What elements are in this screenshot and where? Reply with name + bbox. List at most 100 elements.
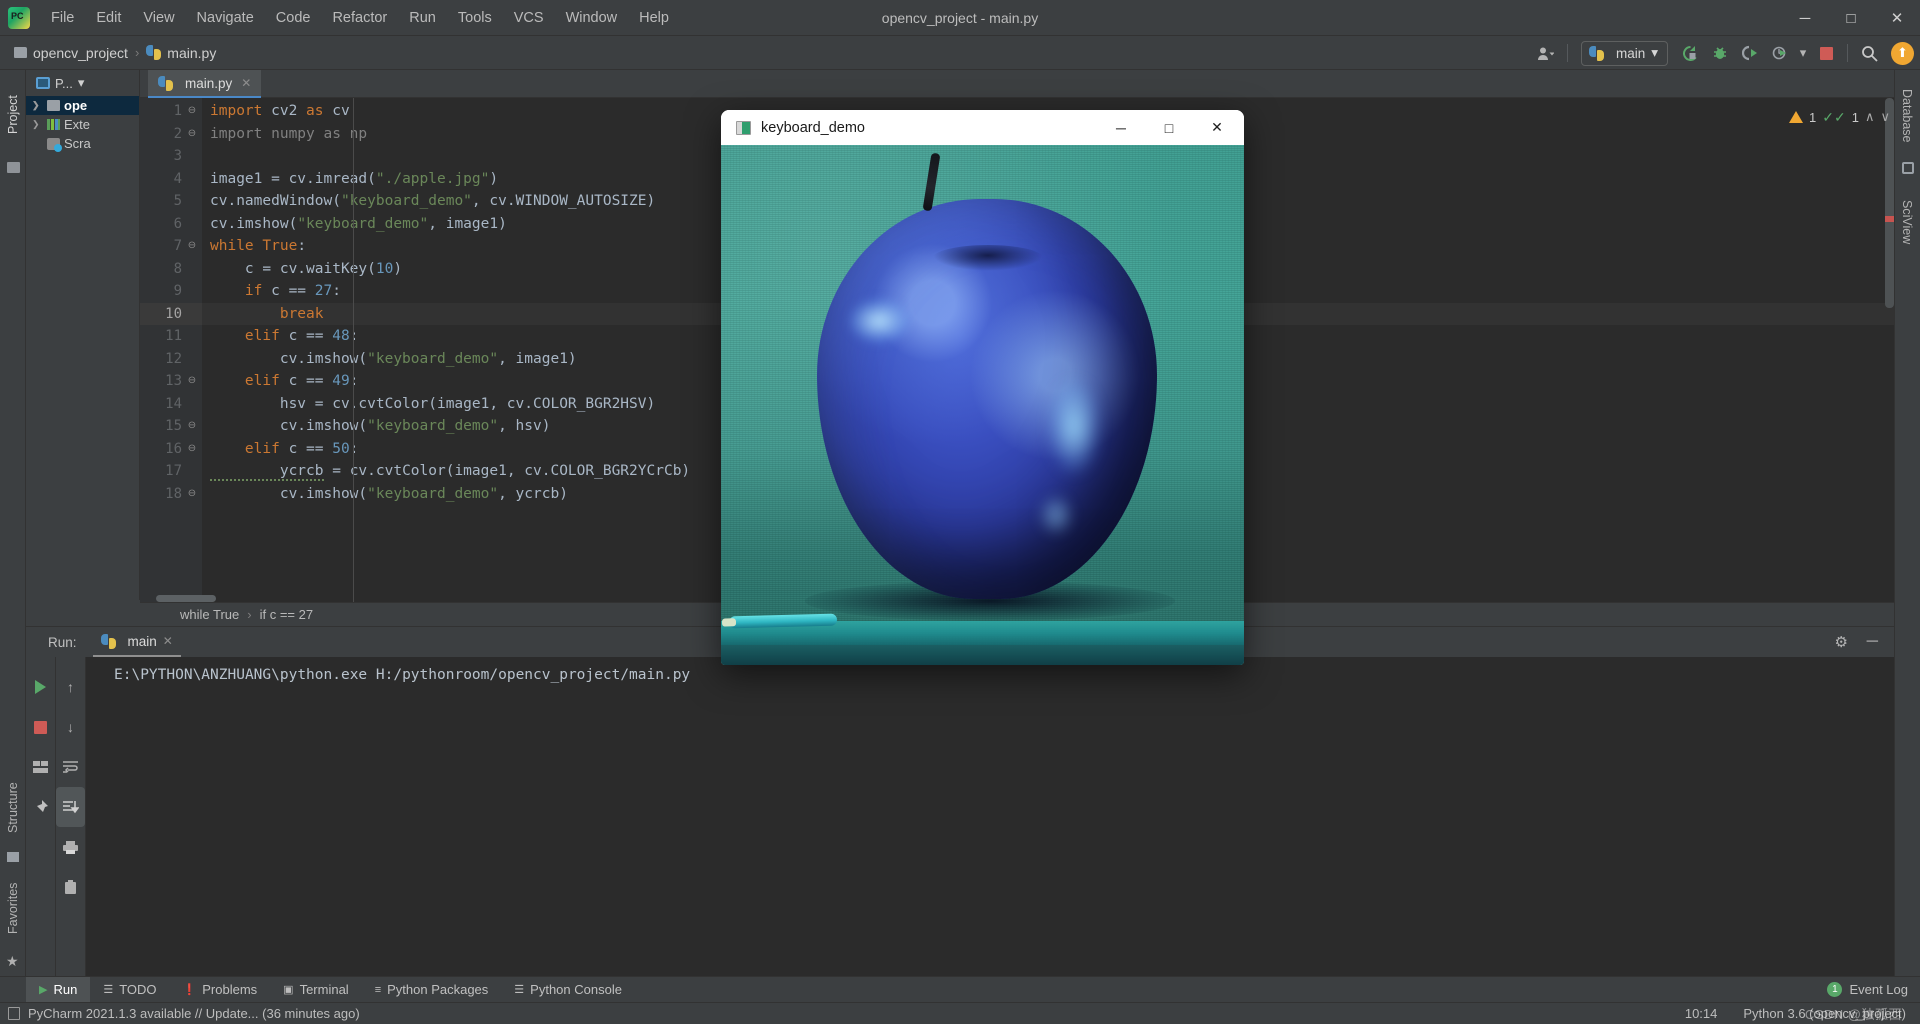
sidebar-tab-sciview[interactable]: SciView — [1894, 180, 1920, 264]
editor-breadcrumb-item-0[interactable]: while True — [180, 607, 239, 622]
opencv-title-bar[interactable]: keyboard_demo ─ □ ✕ — [721, 110, 1244, 145]
breadcrumb-file[interactable]: main.py — [167, 45, 216, 61]
rerun-icon[interactable] — [1676, 40, 1704, 66]
menu-item-tools[interactable]: Tools — [447, 7, 503, 29]
close-icon[interactable]: ✕ — [163, 634, 173, 648]
menu-item-file[interactable]: File — [40, 7, 85, 29]
stop-icon[interactable] — [26, 707, 55, 747]
chevron-down-icon[interactable]: ▾ — [78, 75, 85, 91]
fold-column[interactable]: ⊖ ⊖ ⊖ ⊖ ⊖ ⊖ ⊖ — [140, 98, 202, 602]
fold-marker-2[interactable]: ⊖ — [186, 123, 198, 146]
chevron-up-icon[interactable]: ∧ — [1865, 109, 1875, 125]
menu-item-help[interactable]: Help — [628, 7, 680, 29]
down-arrow-icon[interactable]: ↓ — [56, 707, 85, 747]
opencv-minimize-button[interactable]: ─ — [1098, 110, 1144, 145]
error-stripe-mark[interactable] — [1885, 216, 1894, 222]
run-tool-window: Run: main ✕ ⚙ ─ ↑ ↓ E:\PYTHON\ANZHUANG\p… — [26, 626, 1894, 980]
chevron-right-icon[interactable]: ❯ — [32, 119, 43, 130]
menu-item-run[interactable]: Run — [398, 7, 447, 29]
minimize-icon[interactable]: ─ — [1867, 633, 1878, 651]
breadcrumb-project[interactable]: opencv_project — [33, 45, 128, 61]
bottom-tab-python-console[interactable]: ☰ Python Console — [501, 977, 635, 1003]
fold-marker-15[interactable]: ⊖ — [186, 415, 198, 438]
rerun-icon[interactable] — [26, 667, 55, 707]
search-icon[interactable] — [1855, 40, 1883, 66]
bottom-tab-run[interactable]: ▶ Run — [26, 976, 91, 1003]
run-with-coverage-icon[interactable] — [1736, 40, 1764, 66]
sidebar-tab-favorites[interactable]: Favorites — [0, 864, 26, 952]
sidebar-tab-project[interactable]: Project — [0, 76, 26, 154]
inspection-widget[interactable]: 1 ✓✓ 1 ∧ ∨ — [1789, 104, 1890, 130]
watermark: CSDN @独孤西 — [1804, 1007, 1902, 1022]
menu-item-vcs[interactable]: VCS — [503, 7, 555, 29]
code-token: ) — [489, 170, 499, 187]
code-token: , image1) — [498, 350, 577, 367]
run-tab-main[interactable]: main ✕ — [92, 627, 181, 657]
opencv-maximize-button[interactable]: □ — [1146, 110, 1192, 145]
event-log-label[interactable]: Event Log — [1849, 982, 1908, 997]
menu-item-navigate[interactable]: Navigate — [186, 7, 265, 29]
status-message[interactable]: PyCharm 2021.1.3 available // Update... … — [28, 1006, 360, 1021]
run-configuration-selector[interactable]: main ▾ — [1580, 40, 1668, 66]
fold-marker-18[interactable]: ⊖ — [186, 483, 198, 506]
window-minimize-button[interactable]: ─ — [1782, 0, 1828, 36]
run-configuration-label: main — [1615, 45, 1646, 61]
packages-icon: ≡ — [374, 983, 382, 996]
editor-tab-main-py[interactable]: main.py ✕ — [148, 70, 262, 98]
project-panel-header[interactable]: P... ▾ — [26, 70, 139, 96]
sidebar-tab-structure[interactable]: Structure — [0, 766, 26, 850]
bottom-tab-terminal[interactable]: ▣ Terminal — [270, 977, 362, 1003]
project-tree-label: Exte — [64, 117, 91, 132]
update-icon[interactable]: ⬆ — [1891, 41, 1914, 65]
sidebar-tab-database[interactable]: Database — [1894, 76, 1920, 156]
menu-item-edit[interactable]: Edit — [85, 7, 132, 29]
project-icon — [36, 77, 50, 89]
indent-guide — [353, 98, 354, 602]
bottom-tab-python-packages[interactable]: ≡ Python Packages — [362, 977, 502, 1003]
profile-icon[interactable] — [1766, 40, 1794, 66]
window-maximize-button[interactable]: □ — [1828, 0, 1874, 36]
debug-icon[interactable] — [1706, 40, 1734, 66]
project-tree-label: ope — [64, 98, 88, 113]
window-close-button[interactable]: ✕ — [1874, 0, 1920, 36]
library-icon — [47, 119, 60, 130]
fold-marker-7[interactable]: ⊖ — [186, 235, 198, 258]
up-arrow-icon[interactable]: ↑ — [56, 667, 85, 707]
editor-horizontal-scrollbar[interactable] — [156, 595, 216, 602]
menu-item-window[interactable]: Window — [555, 7, 629, 29]
chevron-down-icon[interactable]: ▾ — [1796, 40, 1810, 66]
fold-marker-16[interactable]: ⊖ — [186, 438, 198, 461]
bottom-tab-todo[interactable]: ☰ TODO — [90, 977, 169, 1003]
project-tree-item-1[interactable]: ❯ Exte — [26, 115, 139, 134]
run-console[interactable]: E:\PYTHON\ANZHUANG\python.exe H:/pythonr… — [86, 657, 1894, 980]
scroll-to-end-icon[interactable] — [56, 787, 85, 827]
opencv-close-button[interactable]: ✕ — [1194, 110, 1240, 145]
status-message-area[interactable]: PyCharm 2021.1.3 available // Update... … — [0, 1006, 360, 1021]
editor-breadcrumb-item-1[interactable]: if c == 27 — [260, 607, 313, 622]
stop-icon[interactable] — [1812, 40, 1840, 66]
print-icon[interactable] — [56, 827, 85, 867]
close-icon[interactable]: ✕ — [241, 76, 251, 90]
chevron-down-icon[interactable]: ∨ — [1880, 109, 1890, 125]
menu-item-view[interactable]: View — [132, 7, 185, 29]
project-tree-item-0[interactable]: ❯ ope — [26, 96, 139, 115]
account-button[interactable] — [1532, 40, 1560, 66]
breadcrumb[interactable]: opencv_project › main.py — [14, 45, 216, 61]
menu-item-code[interactable]: Code — [265, 7, 322, 29]
layout-icon[interactable] — [26, 747, 55, 787]
code-token: import — [210, 103, 263, 119]
gear-icon[interactable]: ⚙ — [1835, 633, 1848, 651]
trash-icon[interactable] — [56, 867, 85, 907]
menu-item-refactor[interactable]: Refactor — [321, 7, 398, 29]
soft-wrap-icon[interactable] — [56, 747, 85, 787]
fold-marker-13[interactable]: ⊖ — [186, 370, 198, 393]
chevron-right-icon[interactable]: ❯ — [32, 100, 43, 111]
event-log-widget[interactable]: 1 Event Log — [1827, 982, 1908, 997]
project-tree-item-2[interactable]: Scra — [26, 134, 139, 153]
fold-marker-1[interactable]: ⊖ — [186, 100, 198, 123]
opencv-window[interactable]: keyboard_demo ─ □ ✕ — [721, 110, 1244, 665]
bottom-tab-problems[interactable]: ❗ Problems — [170, 977, 271, 1003]
folder-icon — [14, 47, 27, 58]
table-front — [721, 645, 1244, 665]
pin-icon[interactable] — [26, 787, 55, 827]
